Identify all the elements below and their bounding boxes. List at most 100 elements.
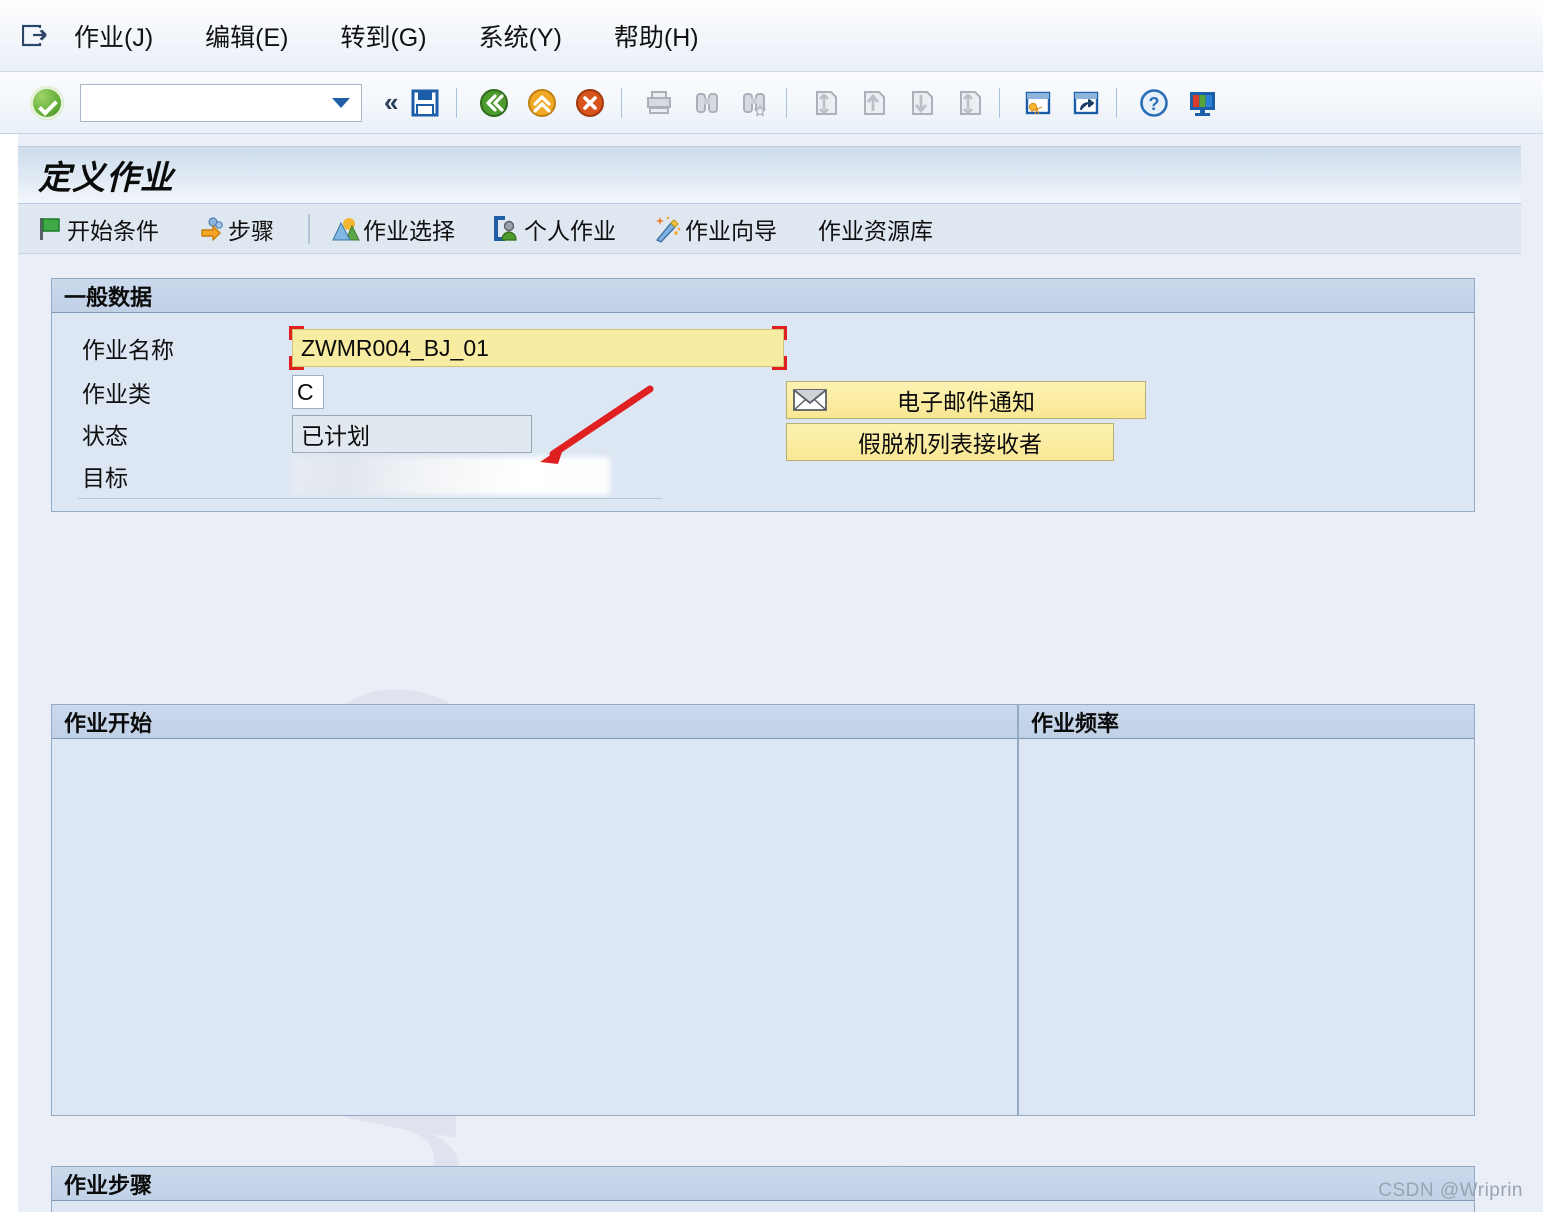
- general-data-header: 一般数据: [52, 279, 1474, 313]
- job-repository-button[interactable]: 作业资源库: [811, 209, 937, 249]
- general-data-group: 一般数据 作业名称 ZWMR004_BJ_01 作业类 C 状态 已计划 目标 …: [51, 278, 1475, 512]
- job-frequency-body: [1019, 739, 1474, 1114]
- help-button[interactable]: ?: [1133, 82, 1175, 124]
- job-start-header: 作业开始: [52, 705, 1017, 739]
- toolbar-separator: [1116, 87, 1118, 118]
- job-wizard-button[interactable]: 作业向导: [650, 209, 781, 249]
- toolbar-separator: [786, 87, 788, 118]
- binoculars-find-icon[interactable]: [686, 82, 728, 124]
- job-status-label: 状态: [82, 423, 128, 449]
- job-start-body: [52, 739, 1017, 1114]
- general-data-body: 作业名称 ZWMR004_BJ_01 作业类 C 状态 已计划 目标 电子邮件通…: [52, 313, 1474, 510]
- target-field-underline: [78, 498, 662, 499]
- page-title-bar: 定义作业: [18, 146, 1521, 204]
- menu-job[interactable]: 作业(J): [74, 16, 177, 56]
- job-steps-body: [52, 1201, 1474, 1212]
- binoculars-find-next-icon[interactable]: [734, 82, 776, 124]
- email-notification-button[interactable]: 电子邮件通知: [786, 381, 1146, 419]
- job-status-value: 已计划: [301, 423, 370, 449]
- menu-edit[interactable]: 编辑(E): [205, 16, 312, 56]
- job-target-row: 目标: [52, 455, 1474, 497]
- cancel-button[interactable]: [569, 82, 611, 124]
- collapse-toolbar-button[interactable]: «: [384, 87, 398, 118]
- own-jobs-label: 个人作业: [524, 217, 616, 244]
- last-page-button[interactable]: [947, 82, 989, 124]
- next-page-button[interactable]: [899, 82, 941, 124]
- start-condition-button[interactable]: 开始条件: [32, 209, 163, 249]
- spool-list-recipient-button[interactable]: 假脱机列表接收者: [786, 423, 1114, 461]
- job-selection-label: 作业选择: [363, 217, 455, 244]
- shortcut-button[interactable]: [1064, 82, 1106, 124]
- job-frequency-header: 作业频率: [1019, 705, 1474, 739]
- job-class-label: 作业类: [82, 381, 151, 407]
- sap-gui-window: 作业(J) 编辑(E) 转到(G) 系统(Y) 帮助(H) « ? 定义作业 开…: [0, 0, 1543, 1212]
- steps-button[interactable]: 步骤: [193, 209, 278, 249]
- green-check-enter-icon[interactable]: [30, 85, 64, 120]
- general-data-title: 一般数据: [64, 284, 153, 310]
- selection-corner-icon: [289, 326, 304, 340]
- spool-list-recipient-label: 假脱机列表接收者: [858, 431, 1042, 457]
- app-toolbar-separator: [308, 213, 310, 244]
- toolbar-separator: [456, 87, 458, 118]
- start-condition-label: 开始条件: [67, 217, 159, 244]
- person-bracket-icon: [493, 215, 521, 243]
- menu-goto[interactable]: 转到(G): [340, 16, 450, 56]
- watermark-credit: CSDN @Wriprin: [1378, 1180, 1523, 1201]
- menu-help[interactable]: 帮助(H): [614, 16, 723, 56]
- selection-corner-icon: [772, 326, 787, 340]
- job-status-row: 状态 已计划: [52, 413, 1474, 455]
- page-content-area: @Wriprin @Wriprin 定义作业 开始条件: [18, 134, 1543, 1212]
- layout-monitor-button[interactable]: [1181, 82, 1223, 124]
- email-notification-label: 电子邮件通知: [897, 389, 1035, 415]
- page-body: @Wriprin @Wriprin 定义作业 开始条件: [0, 134, 1543, 1212]
- job-wizard-label: 作业向导: [685, 217, 777, 244]
- job-target-field[interactable]: [292, 457, 610, 495]
- command-input[interactable]: [81, 84, 337, 121]
- job-start-title: 作业开始: [64, 710, 153, 736]
- job-target-label: 目标: [82, 465, 128, 491]
- application-toolbar: 开始条件 步骤 作业选择 个人作业 作业向导 作业资源库: [18, 204, 1521, 254]
- new-session-button[interactable]: [1016, 82, 1058, 124]
- job-name-value: ZWMR004_BJ_01: [301, 334, 489, 361]
- toolbar-separator: [999, 87, 1001, 118]
- job-name-label: 作业名称: [82, 337, 174, 363]
- job-selection-button[interactable]: 作业选择: [328, 209, 459, 249]
- job-name-row: 作业名称 ZWMR004_BJ_01: [52, 326, 1474, 370]
- job-start-group: 作业开始: [51, 704, 1018, 1116]
- envelope-icon: [793, 387, 827, 413]
- job-steps-title: 作业步骤: [64, 1172, 153, 1198]
- job-name-field[interactable]: ZWMR004_BJ_01: [289, 326, 787, 370]
- main-toolbar: « ?: [0, 72, 1543, 134]
- job-class-field[interactable]: C: [292, 375, 324, 409]
- job-class-value: C: [297, 378, 314, 405]
- back-button[interactable]: [473, 82, 515, 124]
- svg-text:?: ?: [1149, 94, 1160, 114]
- page-title: 定义作业: [38, 159, 174, 196]
- system-menu-icon[interactable]: [21, 24, 48, 48]
- menu-system[interactable]: 系统(Y): [479, 16, 586, 56]
- mountain-sunrise-icon: [332, 215, 360, 243]
- job-status-field: 已计划: [292, 415, 532, 453]
- job-repository-label: 作业资源库: [818, 217, 933, 244]
- exit-button[interactable]: [521, 82, 563, 124]
- print-button[interactable]: [638, 82, 680, 124]
- toolbar-separator: [621, 87, 623, 118]
- previous-page-button[interactable]: [851, 82, 893, 124]
- command-field[interactable]: [80, 83, 362, 122]
- orange-arrow-steps-icon: [197, 215, 225, 243]
- green-flag-icon: [36, 215, 64, 243]
- job-frequency-group: 作业频率: [1018, 704, 1475, 1116]
- job-steps-group: 作业步骤: [51, 1166, 1475, 1212]
- selection-corner-icon: [289, 356, 304, 370]
- menu-bar: 作业(J) 编辑(E) 转到(G) 系统(Y) 帮助(H): [0, 0, 1543, 72]
- menu-items: 作业(J) 编辑(E) 转到(G) 系统(Y) 帮助(H): [74, 16, 723, 56]
- job-steps-header: 作业步骤: [52, 1167, 1474, 1201]
- steps-label: 步骤: [228, 217, 274, 244]
- job-class-row: 作业类 C: [52, 371, 1474, 413]
- selection-corner-icon: [772, 356, 787, 370]
- save-button[interactable]: [404, 82, 446, 124]
- own-jobs-button[interactable]: 个人作业: [489, 209, 620, 249]
- job-frequency-title: 作业频率: [1031, 710, 1120, 736]
- first-page-button[interactable]: [803, 82, 845, 124]
- magic-wand-icon: [654, 215, 682, 243]
